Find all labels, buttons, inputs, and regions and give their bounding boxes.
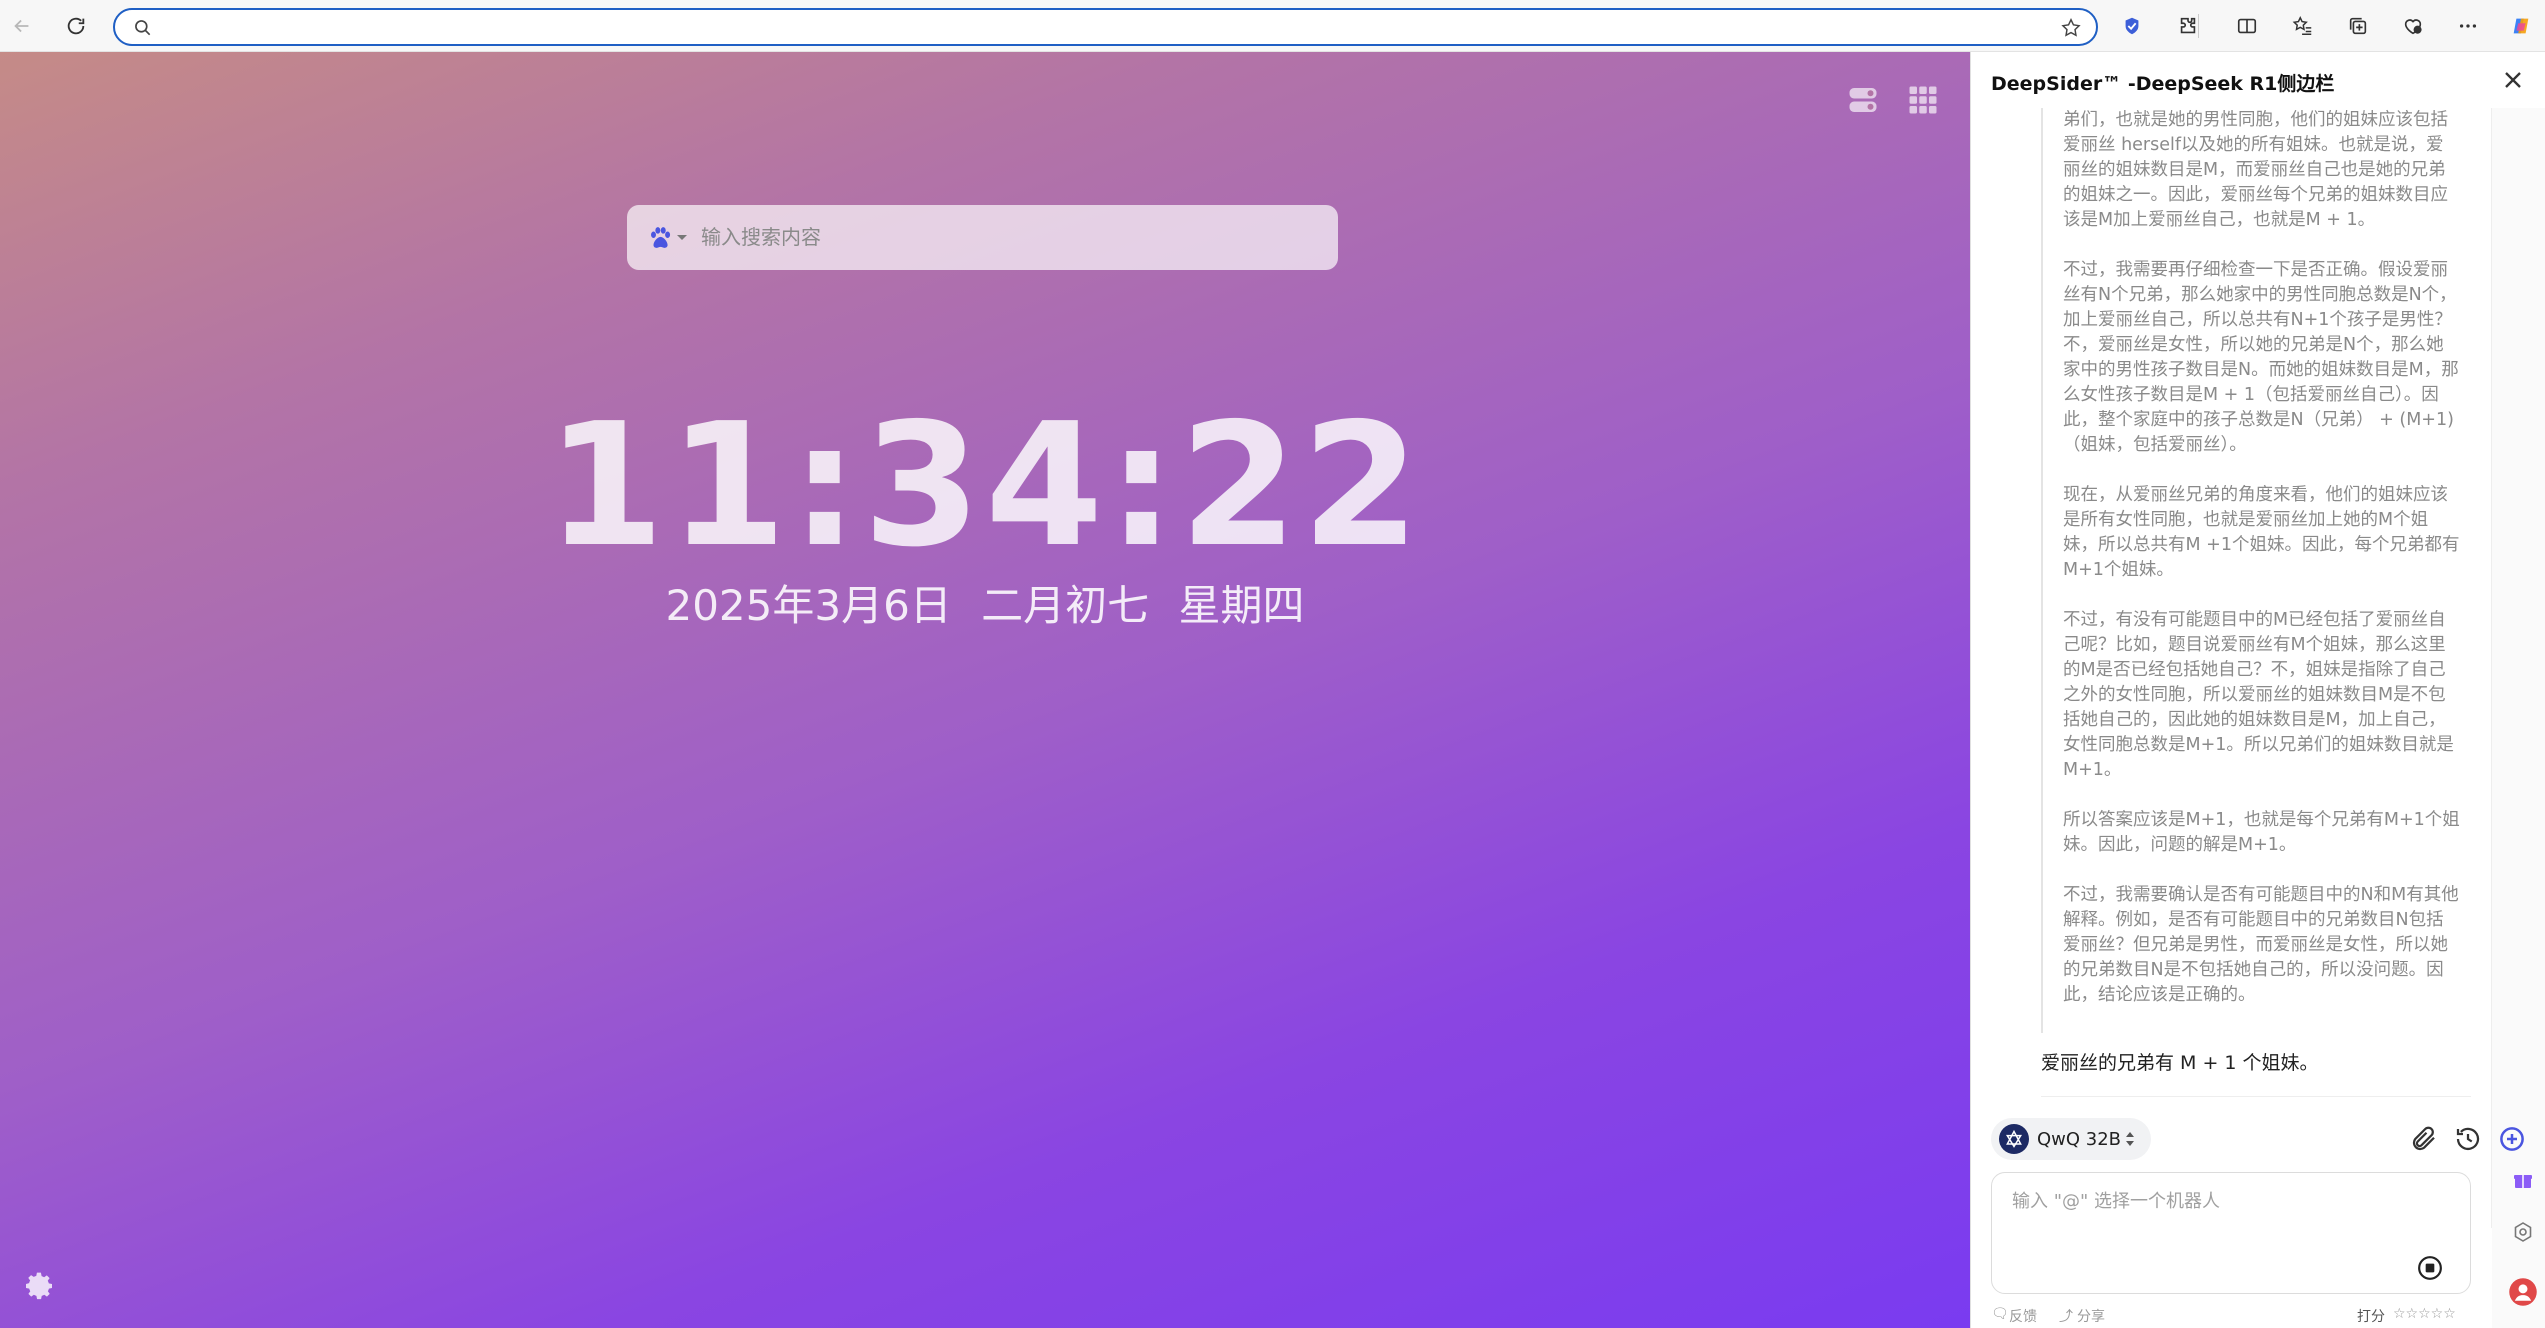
thinking-paragraph: 不过，我需要确认是否有可能题目中的N和M有其他解释。例如，是否有可能题目中的兄弟…: [2063, 885, 2459, 1005]
refresh-button[interactable]: [58, 8, 94, 44]
thinking-paragraph: 不过，我需要再仔细检查一下是否正确。假设爱丽丝有N个兄弟，那么她家中的男性同胞总…: [2063, 260, 2459, 455]
browser-toolbar: [0, 0, 2545, 52]
extensions-button[interactable]: [2170, 8, 2206, 44]
new-chat-icon[interactable]: [2497, 1124, 2527, 1154]
ellipsis-icon: [2459, 24, 2477, 28]
thinking-paragraph: 不过，有没有可能题目中的M已经包括了爱丽丝自己呢？比如，题目说爱丽丝有M个姐妹，…: [2063, 610, 2454, 780]
extension-shield-button[interactable]: [2114, 8, 2150, 44]
copilot-button[interactable]: [2503, 8, 2539, 44]
close-icon[interactable]: [2499, 66, 2527, 94]
refresh-icon: [67, 17, 85, 35]
feedback-icon: 🗨: [1991, 1306, 2009, 1322]
answer-text: 爱丽丝的兄弟有 M + 1 个姐妹。: [2041, 1052, 2319, 1074]
attachment-icon[interactable]: [2409, 1124, 2439, 1154]
chat-messages[interactable]: 弟们，也就是她的男性同胞，他们的姐妹应该包括爱丽丝 herself以及她的所有姐…: [1971, 108, 2491, 1108]
stop-icon[interactable]: [2417, 1255, 2443, 1281]
share-icon: ⤴: [2059, 1309, 2073, 1325]
chat-input-box: [1991, 1172, 2471, 1294]
address-bar[interactable]: [113, 8, 2098, 46]
gift-icon[interactable]: [2511, 1168, 2535, 1192]
new-tab-page: 11:34:22 2025年3月6日 二月初七 星期四: [0, 52, 1970, 1328]
baidu-paw-icon[interactable]: [647, 225, 673, 251]
model-name: QwQ 32B: [2037, 1129, 2122, 1150]
split-screen-button[interactable]: [2229, 8, 2265, 44]
sidebar-header: DeepSider™ -DeepSeek R1侧边栏: [1971, 52, 2545, 108]
clock-time: 11:34:22: [546, 387, 1424, 585]
puzzle-icon: [2180, 17, 2196, 34]
collections-icon: [2349, 17, 2367, 35]
rate-label: 打分: [2357, 1309, 2385, 1325]
copilot-icon: [2513, 18, 2529, 34]
message-divider: [2041, 1096, 2471, 1097]
model-selector[interactable]: QwQ 32B: [1991, 1118, 2151, 1160]
gear-icon[interactable]: [24, 1270, 56, 1302]
apps-grid-icon[interactable]: [1905, 82, 1941, 118]
sidebar-panel: DeepSider™ -DeepSeek R1侧边栏 弟们，也就是她的男性同胞，…: [1970, 52, 2545, 1328]
chevron-updown-icon: [2126, 1132, 2134, 1146]
heart-pulse-icon: [2404, 19, 2422, 35]
history-icon[interactable]: [2453, 1124, 2483, 1154]
back-button[interactable]: [4, 8, 40, 44]
feedback-link[interactable]: 反馈: [2009, 1306, 2037, 1326]
browser-essentials-button[interactable]: [2395, 8, 2431, 44]
thinking-paragraph: 现在，从爱丽丝兄弟的角度来看，他们的姐妹应该是所有女性同胞，也就是爱丽丝加上她的…: [2063, 485, 2460, 580]
shield-extension-icon: [2125, 17, 2139, 35]
thinking-paragraph: 弟们，也就是她的男性同胞，他们的姐妹应该包括爱丽丝 herself以及她的所有姐…: [2063, 110, 2448, 230]
sidebar-footer: 🗨 反馈 ⤴ 分享 打分 ☆☆☆☆☆: [1991, 1304, 2471, 1326]
thinking-block: 弟们，也就是她的男性同胞，他们的姐妹应该包括爱丽丝 herself以及她的所有姐…: [2041, 108, 2461, 1033]
engine-dropdown-caret[interactable]: [677, 235, 687, 240]
favorites-list-icon: [2292, 16, 2312, 35]
search-box: [627, 205, 1338, 270]
chat-input[interactable]: [2012, 1187, 2412, 1247]
user-avatar-icon[interactable]: [2508, 1277, 2538, 1307]
settings-icon[interactable]: [2511, 1220, 2535, 1244]
rating-stars[interactable]: ☆☆☆☆☆: [2393, 1306, 2456, 1322]
toolbar-divider: [2198, 14, 2199, 38]
collections-button[interactable]: [2340, 8, 2376, 44]
thinking-paragraph: 所以答案应该是M+1，也就是每个兄弟有M+1个姐妹。因此，问题的解是M+1。: [2063, 810, 2460, 855]
favorite-star-icon[interactable]: [2060, 17, 2082, 39]
arrow-left-icon: [14, 19, 29, 33]
more-menu-button[interactable]: [2450, 8, 2486, 44]
search-icon: [135, 20, 151, 36]
clock-date: 2025年3月6日 二月初七 星期四: [665, 581, 1305, 630]
search-input[interactable]: [701, 217, 1301, 257]
favorites-button[interactable]: [2285, 8, 2321, 44]
split-screen-icon: [2237, 18, 2257, 34]
model-logo-icon: [1999, 1124, 2029, 1154]
share-link[interactable]: 分享: [2077, 1306, 2105, 1326]
sidebar-title: DeepSider™ -DeepSeek R1侧边栏: [1991, 73, 2335, 95]
layout-toggle-icon[interactable]: [1845, 82, 1881, 118]
